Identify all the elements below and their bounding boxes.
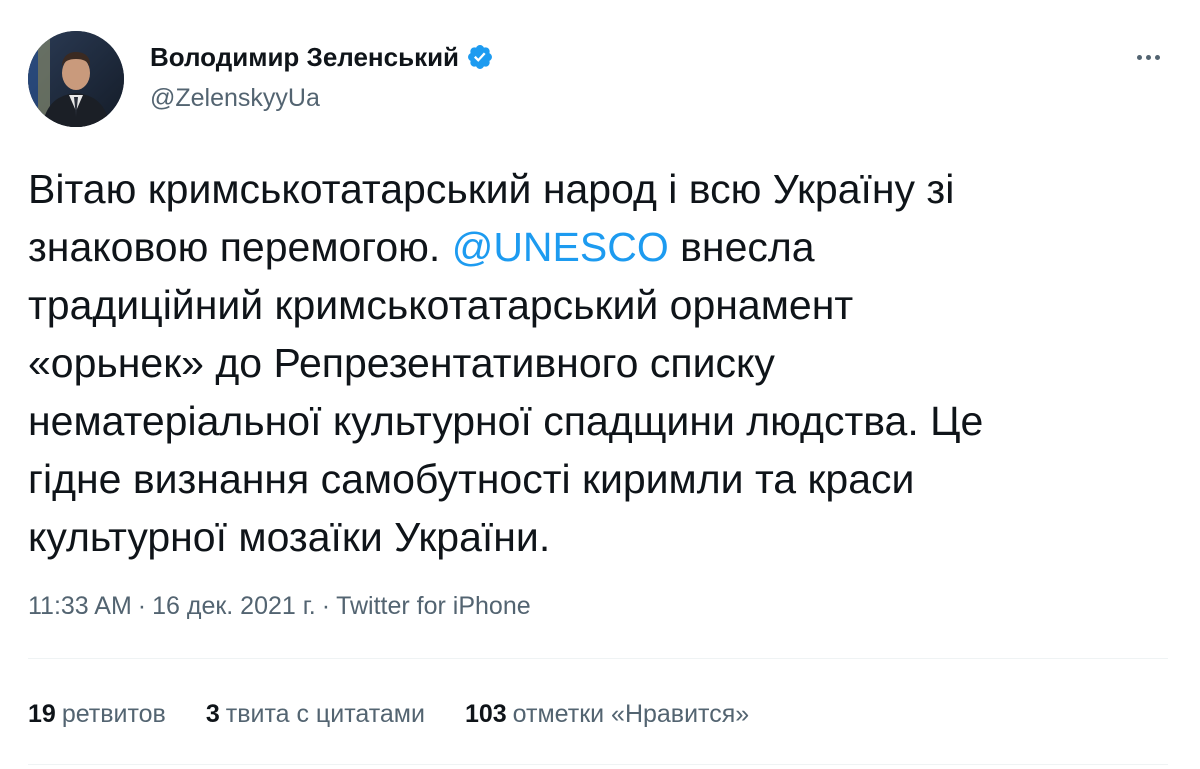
engagement-stats: 19 ретвитов 3 твита с цитатами 103 отмет… [28,697,789,731]
mention-link[interactable]: @UNESCO [452,224,669,270]
more-options-button[interactable] [1126,40,1170,74]
tweet-text: Вітаю кримськотатарський народ і всю Укр… [28,160,1168,566]
retweets-stat[interactable]: 19 ретвитов [28,700,166,729]
tweet-card: Володимир Зеленський @ZelenskyyUa Вітаю … [0,0,1200,769]
tweet-meta: 11:33 AM · 16 дек. 2021 г. · Twitter for iPh… [28,590,531,622]
quotes-count: 3 [205,699,220,728]
author-handle[interactable]: @ZelenskyyUa [150,82,320,114]
tweet-text-line: гідне визнання самобутності киримли та к… [28,456,915,502]
tweet-text-line: Вітаю кримськотатарський народ і всю Укр… [28,166,955,212]
verified-badge-icon [466,43,494,71]
tweet-source-link[interactable]: Twitter for iPhone [336,592,531,620]
more-dot-icon [1136,54,1142,60]
author-name-row[interactable]: Володимир Зеленський [150,40,494,74]
avatar[interactable] [28,31,124,127]
tweet-text-line: традиційний кримськотатарський орнамент [28,282,854,328]
avatar-photo [28,31,124,127]
tweet-text-line: знаковою перемогою. @UNESCO внесла [28,218,1168,276]
more-dot-icon [1154,54,1160,60]
likes-count: 103 [464,699,507,728]
tweet-time[interactable]: 11:33 AM [28,592,132,620]
likes-stat[interactable]: 103 отметки «Нравится» [465,700,749,729]
divider [28,658,1168,659]
divider [28,764,1168,765]
quotes-label: твита с цитатами [225,699,425,728]
likes-label: отметки «Нравится» [512,699,750,728]
retweets-label: ретвитов [61,699,166,728]
more-dot-icon [1145,54,1151,60]
tweet-text-line: «орьнек» до Репрезентативного списку [28,340,775,386]
tweet-text-segment: знаковою перемогою. [28,224,452,270]
tweet-text-line: нематеріальної культурної спадщини людст… [28,398,984,444]
meta-separator: · [321,592,331,620]
tweet-date[interactable]: 16 дек. 2021 г. [152,592,316,620]
tweet-text-line: культурної мозаїки України. [28,514,551,560]
meta-separator: · [137,592,147,620]
tweet-text-segment: внесла [668,224,815,270]
quotes-stat[interactable]: 3 твита с цитатами [206,700,425,729]
retweets-count: 19 [28,699,56,728]
author-display-name[interactable]: Володимир Зеленський [150,40,459,74]
